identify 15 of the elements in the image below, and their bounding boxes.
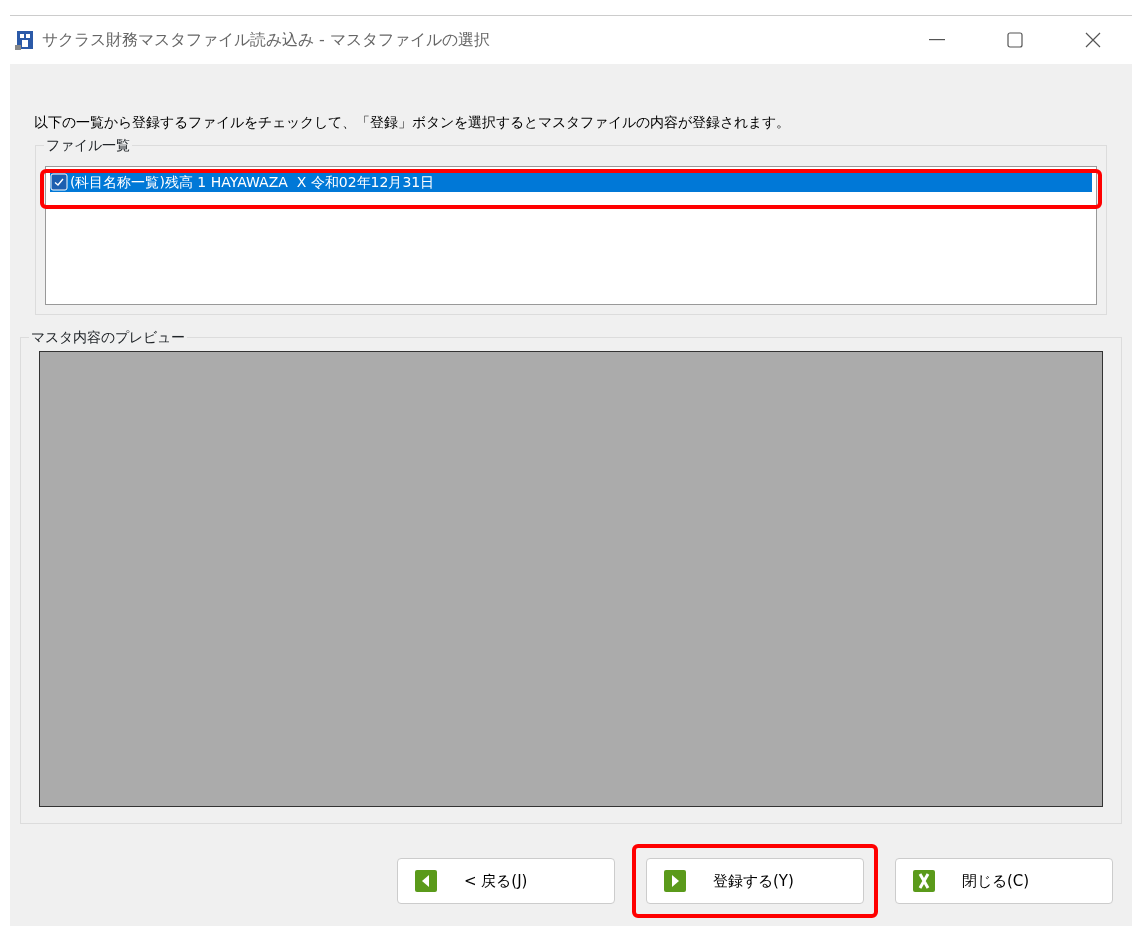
close-icon[interactable]: [1085, 32, 1101, 48]
app-icon: [14, 29, 36, 51]
window-title: サクラス財務マスタファイル読み込み - マスタファイルの選択: [42, 29, 490, 51]
maximize-icon[interactable]: [1007, 32, 1023, 48]
dialog-button[interactable]: 閉じる(C): [895, 858, 1113, 904]
checkbox[interactable]: [50, 173, 68, 191]
list-item[interactable]: (科目名称一覧)残高 1 HAYAWAZA X 令和02年12月31日: [50, 172, 1092, 192]
play-icon: [663, 869, 687, 893]
x-icon: [912, 869, 936, 893]
instruction-text: 以下の一覧から登録するファイルをチェックして、「登録」ボタンを選択するとマスタファイルの内容が登録されます。: [34, 113, 791, 132]
minimize-icon[interactable]: [929, 39, 945, 41]
group-label: マスタ内容のプレビュー: [29, 327, 187, 347]
group-label: ファイル一覧: [44, 135, 132, 155]
dialog-button[interactable]: 登録する(Y): [646, 858, 864, 904]
dialog-button[interactable]: < 戻る(J): [397, 858, 615, 904]
